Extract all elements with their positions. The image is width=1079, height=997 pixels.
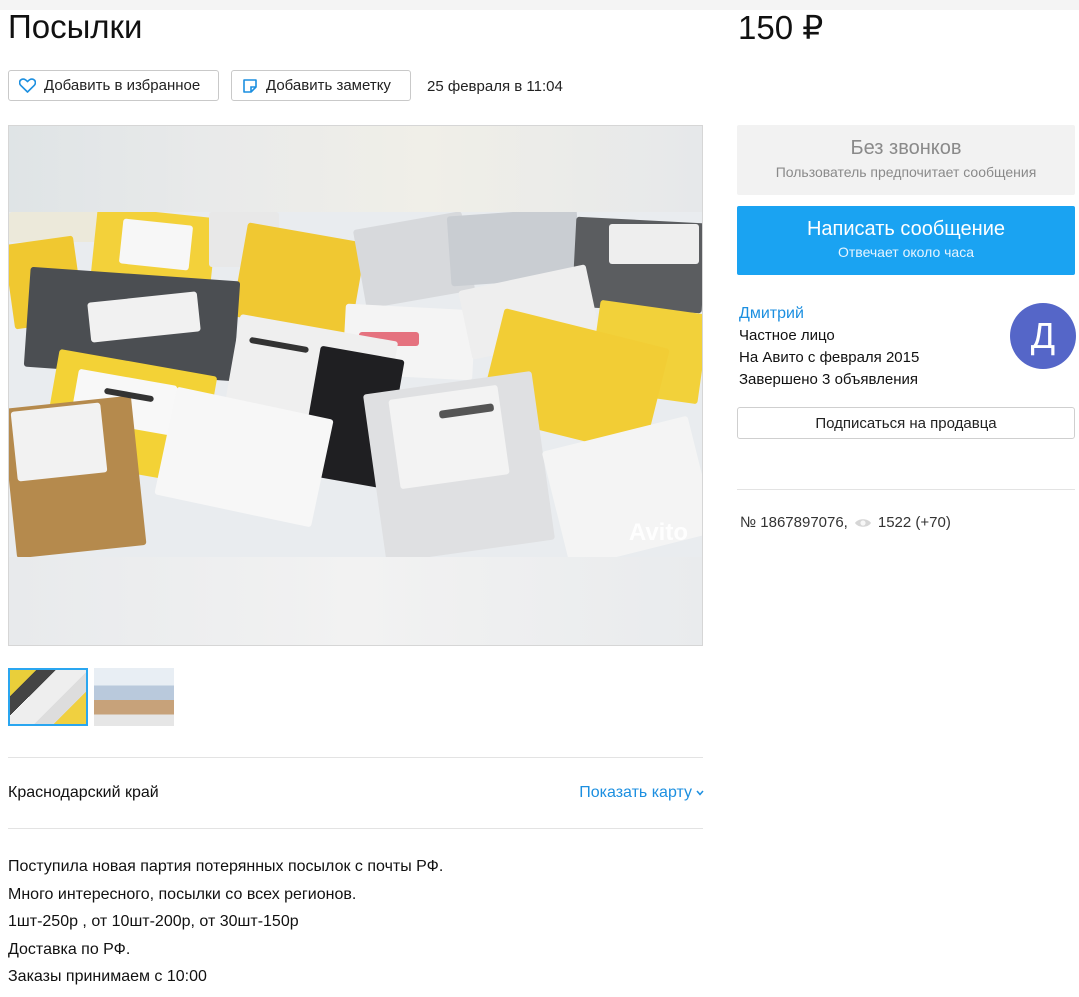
note-icon bbox=[242, 78, 258, 94]
subscribe-button[interactable]: Подписаться на продавца bbox=[737, 407, 1075, 439]
listing-title: Посылки bbox=[8, 8, 143, 45]
divider bbox=[8, 757, 703, 758]
write-message-button[interactable]: Написать сообщение Отвечает около часа bbox=[737, 206, 1075, 275]
description-line: Доставка по РФ. bbox=[8, 940, 131, 958]
description-line: Заказы принимаем с 10:00 bbox=[8, 968, 207, 985]
add-note-label: Добавить заметку bbox=[266, 77, 391, 94]
listing-date: 25 февраля в 11:04 bbox=[427, 78, 563, 95]
listing-price: 150 ₽ bbox=[738, 9, 824, 46]
parcels-image bbox=[9, 212, 702, 558]
avatar[interactable]: Д bbox=[1010, 303, 1076, 369]
top-strip bbox=[0, 0, 1079, 10]
photo-thumbnails bbox=[8, 668, 174, 726]
photo-blur-top bbox=[9, 126, 702, 212]
seller-type: Частное лицо bbox=[739, 327, 835, 344]
thumbnail-2[interactable] bbox=[94, 668, 174, 726]
heart-icon bbox=[19, 78, 36, 93]
add-note-button[interactable]: Добавить заметку bbox=[231, 70, 411, 101]
thumbnail-1[interactable] bbox=[8, 668, 88, 726]
add-to-favorites-label: Добавить в избранное bbox=[44, 77, 201, 94]
eye-icon bbox=[854, 517, 872, 529]
no-calls-notice: Без звонков Пользователь предпочитает со… bbox=[737, 125, 1075, 195]
seller-name-link[interactable]: Дмитрий bbox=[739, 305, 804, 323]
add-to-favorites-button[interactable]: Добавить в избранное bbox=[8, 70, 219, 101]
location-region: Краснодарский край bbox=[8, 784, 159, 801]
divider bbox=[8, 828, 703, 829]
write-message-title: Написать сообщение bbox=[806, 218, 1005, 240]
show-map-label: Показать карту bbox=[579, 784, 692, 801]
chevron-down-icon bbox=[696, 790, 704, 796]
no-calls-subtitle: Пользователь предпочитает сообщения bbox=[775, 164, 1037, 180]
views-count: 1522 (+70) bbox=[877, 514, 951, 531]
listing-meta: № 1867897076, 1522 (+70) bbox=[740, 514, 951, 531]
main-photo[interactable]: Avito bbox=[8, 125, 703, 646]
photo-blur-bottom bbox=[9, 557, 702, 645]
no-calls-title: Без звонков bbox=[850, 137, 962, 159]
description-line: Много интересного, посылки со всех регио… bbox=[8, 885, 357, 903]
listing-description: Поступила новая партия потерянных посыло… bbox=[8, 853, 443, 991]
description-line: Поступила новая партия потерянных посыло… bbox=[8, 858, 444, 875]
seller-completed: Завершено 3 объявления bbox=[739, 371, 919, 388]
divider bbox=[737, 489, 1075, 490]
seller-since: На Авито с февраля 2015 bbox=[739, 349, 920, 366]
description-line: 1шт-250р , от 10шт-200р, от 30шт-150р bbox=[8, 913, 299, 930]
photo-watermark: Avito bbox=[628, 519, 688, 546]
write-message-subtitle: Отвечает около часа bbox=[837, 244, 975, 260]
show-map-link[interactable]: Показать карту bbox=[579, 784, 704, 802]
listing-id: № 1867897076, bbox=[740, 514, 848, 531]
